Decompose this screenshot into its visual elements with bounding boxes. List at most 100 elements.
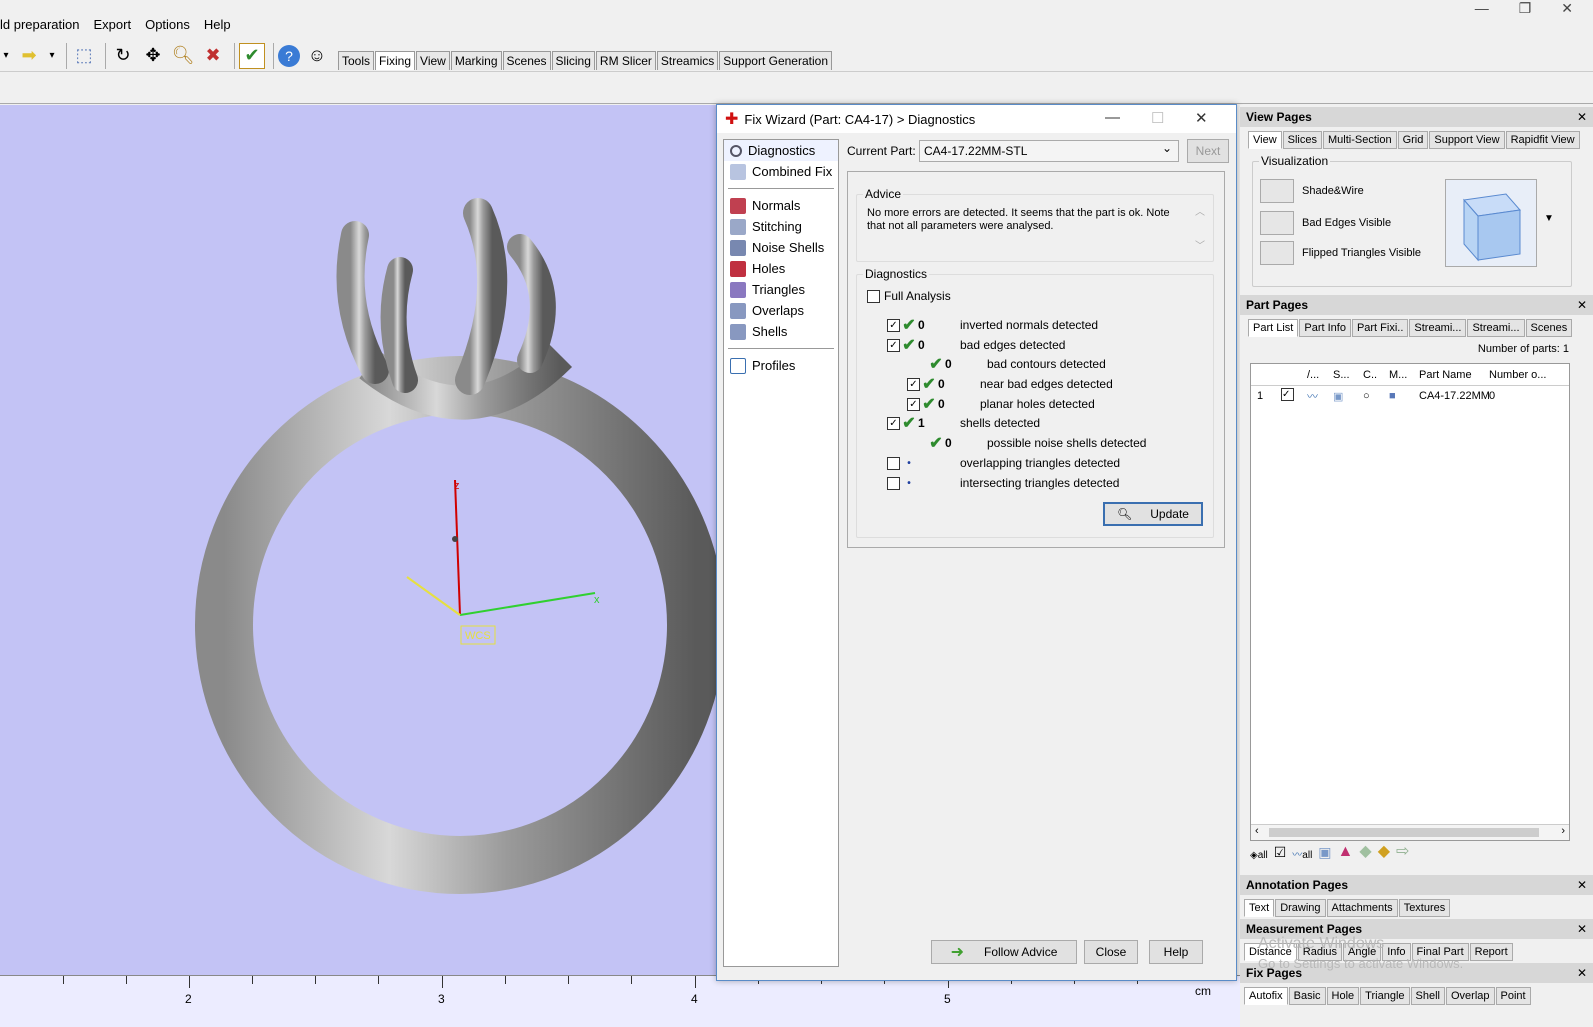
tab-slicing[interactable]: Slicing — [551, 50, 595, 70]
tab-rm-slicer[interactable]: RM Slicer — [595, 50, 656, 70]
tab-view[interactable]: View — [416, 50, 450, 70]
close-icon[interactable]: ✕ — [1195, 109, 1208, 127]
plane-icon[interactable]: ◆ — [1378, 841, 1390, 861]
flipped-triangles-option[interactable]: Flipped Triangles Visible — [1260, 241, 1421, 265]
checklist-icon[interactable]: ✔ — [239, 42, 265, 69]
tab-drawing[interactable]: Drawing — [1275, 899, 1326, 917]
tab-autofix[interactable]: Autofix — [1244, 987, 1288, 1005]
tab-attachments[interactable]: Attachments — [1326, 899, 1398, 917]
tab-streamics[interactable]: Streamics — [656, 50, 719, 70]
dropdown-arrow-icon[interactable]: ▾ — [0, 43, 12, 69]
export-icon[interactable]: ⇨ — [1396, 841, 1409, 861]
table-row[interactable]: 1 ✓ 〰 ▣ ○ ■ CA4-17.22MM 0 — [1251, 386, 1569, 406]
scroll-up-icon[interactable]: ︿ — [1195, 203, 1205, 218]
menu-export[interactable]: Export — [94, 14, 132, 36]
3d-viewport[interactable]: z x WCS — [0, 105, 720, 975]
checkbox[interactable]: ✓ — [907, 397, 920, 411]
menu-build-preparation[interactable]: ld preparation — [0, 14, 80, 36]
nav-diagnostics[interactable]: Diagnostics — [724, 140, 838, 161]
shade-wire-option[interactable]: Shade&Wire — [1260, 179, 1364, 203]
tab-view[interactable]: View — [1248, 131, 1282, 149]
checkbox[interactable] — [887, 456, 900, 470]
tab-report[interactable]: Report — [1469, 943, 1513, 961]
tab-part-fixing[interactable]: Part Fixi.. — [1351, 319, 1409, 337]
scroll-thumb[interactable] — [1269, 828, 1539, 837]
follow-advice-button[interactable]: ➜ Follow Advice — [931, 940, 1077, 964]
tab-rapidfit-view[interactable]: Rapidfit View — [1505, 131, 1580, 149]
close-icon[interactable]: ✕ — [1577, 963, 1587, 983]
tab-scenes[interactable]: Scenes — [1525, 319, 1573, 337]
tab-support-view[interactable]: Support View — [1429, 131, 1505, 149]
close-icon[interactable]: ✕ — [1577, 919, 1587, 939]
tab-point[interactable]: Point — [1495, 987, 1531, 1005]
close-icon[interactable]: ✕ — [1577, 295, 1587, 315]
tab-streamics-1[interactable]: Streami... — [1409, 319, 1467, 337]
tab-textures[interactable]: Textures — [1398, 899, 1451, 917]
update-button[interactable]: 🔍︎ Update — [1103, 502, 1203, 526]
nav-triangles[interactable]: Triangles — [724, 279, 838, 300]
nav-noise-shells[interactable]: Noise Shells — [724, 237, 838, 258]
nav-shells[interactable]: Shells — [724, 321, 838, 342]
shade-all-icon[interactable]: ▣ — [1318, 844, 1331, 861]
scroll-left-icon[interactable]: ‹ — [1255, 825, 1259, 837]
checkbox[interactable]: ✓ — [907, 377, 920, 391]
wire-all-icon[interactable]: 〰all — [1292, 846, 1312, 861]
scroll-right-icon[interactable]: › — [1561, 825, 1565, 837]
tab-part-list[interactable]: Part List — [1248, 319, 1299, 337]
tab-multi-section[interactable]: Multi-Section — [1323, 131, 1397, 149]
tab-hole[interactable]: Hole — [1326, 987, 1360, 1005]
menu-help[interactable]: Help — [204, 14, 231, 36]
select-part-icon[interactable]: ⬚ — [71, 43, 97, 69]
tab-slices[interactable]: Slices — [1282, 131, 1322, 149]
redo-icon[interactable]: ➡ — [16, 43, 42, 69]
checkbox[interactable] — [887, 476, 900, 490]
nav-combined-fix[interactable]: Combined Fix — [724, 161, 838, 182]
checkbox[interactable]: ✓ — [887, 318, 900, 332]
close-icon[interactable]: ✕ — [1577, 875, 1587, 895]
horizontal-scrollbar[interactable]: ‹ › — [1251, 824, 1569, 840]
checkbox[interactable]: ✓ — [887, 416, 900, 430]
tab-marking[interactable]: Marking — [450, 50, 502, 70]
help-button[interactable]: Help — [1149, 940, 1203, 964]
nav-overlaps[interactable]: Overlaps — [724, 300, 838, 321]
assistant-icon[interactable]: ☺ — [304, 43, 330, 69]
nav-profiles[interactable]: Profiles — [724, 355, 838, 376]
nav-stitching[interactable]: Stitching — [724, 216, 838, 237]
layers-icon[interactable]: ◆ — [1359, 841, 1371, 861]
close-icon[interactable]: ✕ — [1577, 107, 1587, 127]
checkbox[interactable]: ✓ — [887, 338, 900, 352]
menu-options[interactable]: Options — [145, 14, 190, 36]
minimize-icon[interactable]: — — [1105, 109, 1120, 126]
toggle-visibility-icon[interactable]: ☑ — [1274, 844, 1287, 861]
minimize-icon[interactable]: — — [1475, 0, 1489, 17]
maximize-icon[interactable]: ❐ — [1519, 0, 1532, 17]
tab-streamics-2[interactable]: Streami... — [1467, 319, 1525, 337]
tab-basic[interactable]: Basic — [1288, 987, 1326, 1005]
visible-checkbox[interactable]: ✓ — [1281, 388, 1294, 401]
close-icon[interactable]: ✕ — [1561, 0, 1573, 17]
tab-part-info[interactable]: Part Info — [1299, 319, 1351, 337]
help-icon[interactable]: ? — [278, 44, 300, 67]
tab-support-generation[interactable]: Support Generation — [719, 50, 833, 70]
zoom-icon[interactable]: 🔍︎ — [170, 43, 196, 69]
dropdown-arrow-icon[interactable]: ▾ — [46, 43, 58, 69]
dropdown-arrow-icon[interactable]: ▼ — [1544, 213, 1554, 224]
tab-scenes[interactable]: Scenes — [502, 50, 551, 70]
view-cube[interactable] — [1445, 179, 1537, 267]
full-analysis-checkbox[interactable] — [867, 289, 880, 303]
close-button[interactable]: Close — [1084, 940, 1138, 964]
zoom-reset-icon[interactable]: ✖ — [200, 43, 226, 69]
rotate-icon[interactable]: ↻ — [110, 43, 136, 69]
tab-tools[interactable]: Tools — [338, 50, 375, 70]
tab-shell[interactable]: Shell — [1410, 987, 1445, 1005]
nav-holes[interactable]: Holes — [724, 258, 838, 279]
select-all-icon[interactable]: ◈all — [1250, 850, 1268, 861]
pan-icon[interactable]: ✥ — [140, 43, 166, 69]
tab-triangle[interactable]: Triangle — [1360, 987, 1410, 1005]
nav-normals[interactable]: Normals — [724, 195, 838, 216]
current-part-select[interactable]: CA4-17.22MM-STL — [919, 138, 1179, 162]
scroll-down-icon[interactable]: ﹀ — [1195, 237, 1205, 252]
color-icon[interactable]: ▲ — [1338, 843, 1354, 861]
tab-fixing[interactable]: Fixing — [375, 50, 416, 70]
tab-grid[interactable]: Grid — [1397, 131, 1429, 149]
